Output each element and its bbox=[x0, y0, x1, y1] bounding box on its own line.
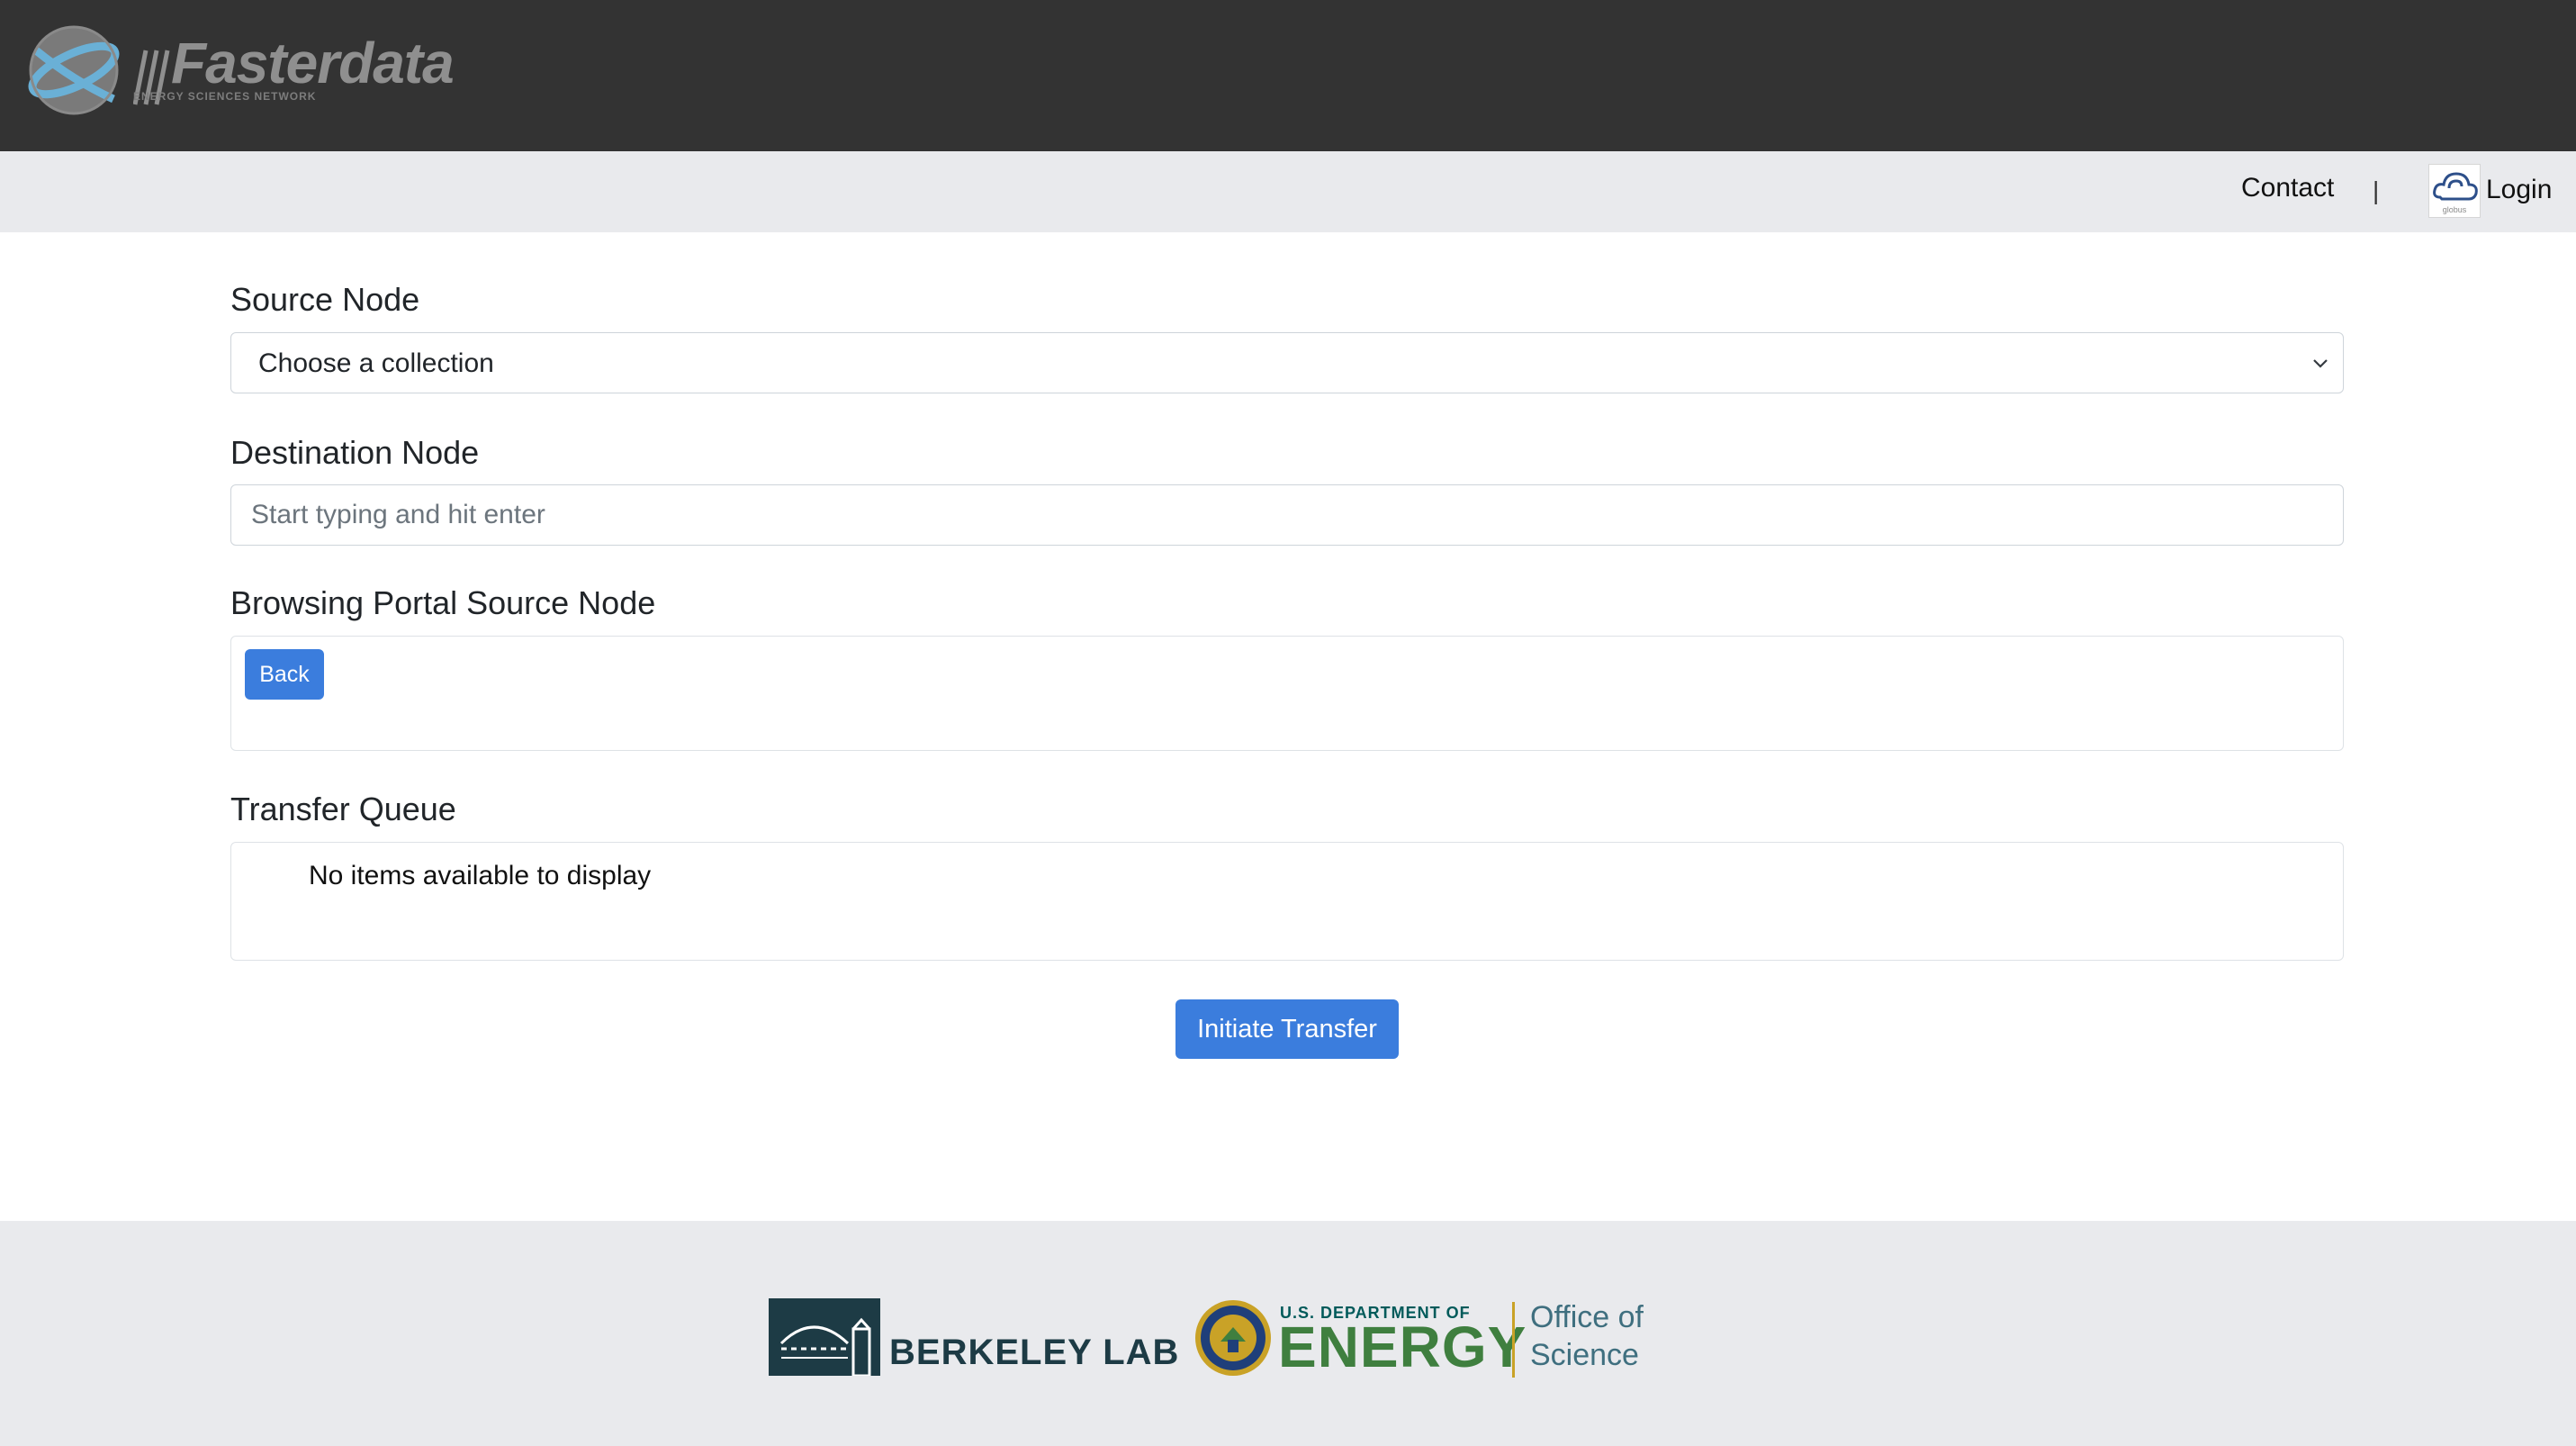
doe-office-of-science-logo[interactable]: U.S. DEPARTMENT OF ENERGY Office of Scie… bbox=[1193, 1298, 1662, 1379]
berkeley-lab-building-icon bbox=[769, 1298, 880, 1376]
fasterdata-logo[interactable]: Fasterdata ENERGY SCIENCES NETWORK bbox=[27, 22, 455, 121]
destination-node-heading: Destination Node bbox=[230, 434, 480, 471]
brand-name: Fasterdata bbox=[171, 31, 455, 95]
initiate-transfer-button[interactable]: Initiate Transfer bbox=[1175, 999, 1399, 1059]
globus-icon: globus bbox=[2428, 164, 2481, 218]
science-text: Science bbox=[1530, 1338, 1639, 1372]
transfer-queue-empty-message: No items available to display bbox=[309, 861, 652, 890]
transfer-queue-panel: No items available to display bbox=[230, 842, 2344, 961]
transfer-queue-heading: Transfer Queue bbox=[230, 791, 456, 827]
doe-divider bbox=[1512, 1302, 1515, 1378]
footer: BERKELEY LAB U.S. DEPARTMENT OF ENERGY O… bbox=[0, 1221, 2576, 1446]
source-node-selected-value: Choose a collection bbox=[258, 348, 494, 378]
nav-separator: | bbox=[2373, 176, 2380, 204]
source-node-heading: Source Node bbox=[230, 281, 420, 318]
brand-subtitle: ENERGY SCIENCES NETWORK bbox=[133, 90, 317, 103]
doe-seal-icon bbox=[1195, 1300, 1271, 1376]
destination-node-input[interactable] bbox=[230, 484, 2344, 546]
top-header: Fasterdata ENERGY SCIENCES NETWORK bbox=[0, 0, 2576, 151]
browsing-portal-panel: Back bbox=[230, 636, 2344, 751]
login-label: Login bbox=[2486, 175, 2553, 204]
back-button[interactable]: Back bbox=[245, 649, 324, 700]
nav-bar: Contact | globus Login bbox=[0, 151, 2576, 232]
berkeley-lab-text: BERKELEY LAB bbox=[889, 1333, 1180, 1372]
esnet-globe-icon bbox=[28, 25, 120, 115]
doe-energy-text: ENERGY bbox=[1278, 1315, 1527, 1379]
chevron-down-icon bbox=[2313, 359, 2328, 368]
office-of-text: Office of bbox=[1530, 1300, 1644, 1334]
source-node-select[interactable]: Choose a collection bbox=[230, 332, 2344, 393]
berkeley-lab-logo[interactable]: BERKELEY LAB bbox=[769, 1298, 1178, 1379]
globus-caption: globus bbox=[2443, 205, 2467, 214]
browsing-portal-heading: Browsing Portal Source Node bbox=[230, 584, 656, 621]
contact-link[interactable]: Contact bbox=[2241, 173, 2334, 203]
